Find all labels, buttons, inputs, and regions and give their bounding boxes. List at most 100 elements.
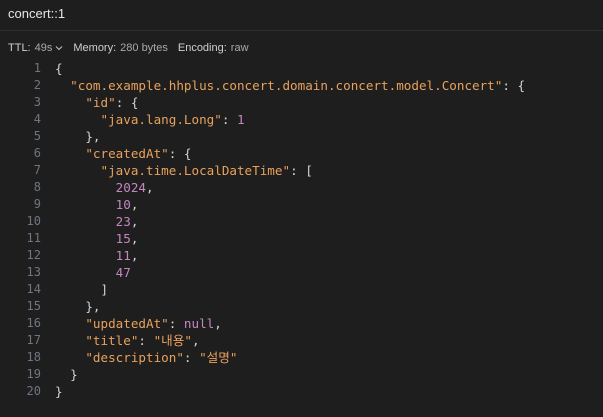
code-token: : { bbox=[502, 78, 526, 93]
line-code: "updatedAt": null, bbox=[55, 315, 222, 332]
line-code: "java.lang.Long": 1 bbox=[55, 111, 245, 128]
line-number: 18 bbox=[26, 350, 41, 364]
memory-label: Memory: bbox=[73, 42, 117, 54]
code-token: 47 bbox=[115, 265, 131, 280]
code-token: , bbox=[130, 214, 139, 229]
line-code: 15, bbox=[55, 230, 139, 247]
line-number: 12 bbox=[26, 248, 41, 262]
line-number: 17 bbox=[26, 333, 41, 347]
ttl-control[interactable]: TTL: 49s bbox=[8, 42, 63, 54]
encoding-info: Encoding: raw bbox=[178, 42, 249, 54]
chevron-down-icon[interactable] bbox=[55, 44, 63, 52]
line-code: { bbox=[55, 60, 63, 77]
code-token: , bbox=[130, 231, 139, 246]
code-line[interactable]: 16 "updatedAt": null, bbox=[0, 315, 603, 332]
code-line[interactable]: 15 }, bbox=[0, 298, 603, 315]
memory-info: Memory: 280 bytes bbox=[73, 42, 167, 54]
line-number: 15 bbox=[26, 299, 41, 313]
code-token: { bbox=[55, 61, 63, 76]
line-code: "createdAt": { bbox=[55, 145, 192, 162]
line-number: 6 bbox=[33, 146, 41, 160]
redis-key-viewer: concert::1 TTL: 49s Memory: 280 bytes En… bbox=[0, 0, 603, 417]
code-line[interactable]: 14 ] bbox=[0, 281, 603, 298]
code-line[interactable]: 3 "id": { bbox=[0, 94, 603, 111]
code-line[interactable]: 2 "com.example.hhplus.concert.domain.con… bbox=[0, 77, 603, 94]
line-number: 7 bbox=[33, 163, 41, 177]
code-line[interactable]: 9 10, bbox=[0, 196, 603, 213]
line-number: 19 bbox=[26, 367, 41, 381]
code-token: : { bbox=[168, 146, 192, 161]
code-token: 10 bbox=[115, 197, 131, 212]
line-code: "description": "설명" bbox=[55, 349, 237, 366]
code-token: : bbox=[138, 333, 154, 348]
line-number: 5 bbox=[33, 129, 41, 143]
line-number: 2 bbox=[33, 78, 41, 92]
code-token: : bbox=[168, 316, 184, 331]
code-token: "updatedAt" bbox=[85, 316, 169, 331]
code-token: , bbox=[130, 248, 139, 263]
encoding-label: Encoding: bbox=[177, 42, 227, 54]
memory-value: 280 bytes bbox=[120, 42, 168, 54]
code-token: , bbox=[130, 197, 139, 212]
code-token: 1 bbox=[237, 112, 245, 127]
code-token: "createdAt" bbox=[85, 146, 169, 161]
code-line[interactable]: 19 } bbox=[0, 366, 603, 383]
key-info-bar: TTL: 49s Memory: 280 bytes Encoding: raw bbox=[0, 31, 603, 58]
code-token: "내용" bbox=[153, 333, 192, 348]
code-line[interactable]: 7 "java.time.LocalDateTime": [ bbox=[0, 162, 603, 179]
code-token: "java.time.LocalDateTime" bbox=[100, 163, 291, 178]
code-line[interactable]: 13 47 bbox=[0, 264, 603, 281]
code-token: : bbox=[183, 350, 200, 365]
line-code: 47 bbox=[55, 264, 131, 281]
code-token: , bbox=[146, 180, 154, 195]
code-line[interactable]: 10 23, bbox=[0, 213, 603, 230]
code-token: : { bbox=[115, 95, 139, 110]
code-token: 23 bbox=[115, 214, 131, 229]
code-token: ] bbox=[55, 282, 109, 297]
line-code: }, bbox=[55, 128, 100, 145]
code-line[interactable]: 4 "java.lang.Long": 1 bbox=[0, 111, 603, 128]
code-token: "title" bbox=[85, 333, 139, 348]
code-token: , bbox=[214, 316, 222, 331]
ttl-label: TTL: bbox=[8, 42, 31, 54]
line-code: 23, bbox=[55, 213, 139, 230]
code-token: 15 bbox=[115, 231, 131, 246]
key-name: concert::1 bbox=[8, 6, 66, 21]
line-code: "com.example.hhplus.concert.domain.conce… bbox=[55, 77, 525, 94]
code-line[interactable]: 17 "title": "내용", bbox=[0, 332, 603, 349]
line-code: 10, bbox=[55, 196, 139, 213]
code-line[interactable]: 1{ bbox=[0, 60, 603, 77]
code-line[interactable]: 5 }, bbox=[0, 128, 603, 145]
line-code: "java.time.LocalDateTime": [ bbox=[55, 162, 313, 179]
code-token: "description" bbox=[85, 350, 184, 365]
code-line[interactable]: 8 2024, bbox=[0, 179, 603, 196]
code-token: "설명" bbox=[199, 350, 238, 365]
line-number: 8 bbox=[33, 180, 41, 194]
line-code: 11, bbox=[55, 247, 139, 264]
code-line[interactable]: 18 "description": "설명" bbox=[0, 349, 603, 366]
code-line[interactable]: 12 11, bbox=[0, 247, 603, 264]
json-value-editor[interactable]: 1{2 "com.example.hhplus.concert.domain.c… bbox=[0, 60, 603, 400]
line-number: 10 bbox=[26, 214, 41, 228]
code-token: 2024 bbox=[115, 180, 147, 195]
code-line[interactable]: 6 "createdAt": { bbox=[0, 145, 603, 162]
encoding-value: raw bbox=[230, 42, 249, 54]
code-line[interactable]: 11 15, bbox=[0, 230, 603, 247]
line-code: 2024, bbox=[55, 179, 154, 196]
line-number: 11 bbox=[26, 231, 41, 245]
line-number: 4 bbox=[33, 112, 41, 126]
line-code: ] bbox=[55, 281, 108, 298]
code-line[interactable]: 20} bbox=[0, 383, 603, 400]
line-number: 9 bbox=[33, 197, 41, 211]
code-token: null bbox=[183, 316, 215, 331]
line-number: 1 bbox=[33, 61, 41, 75]
